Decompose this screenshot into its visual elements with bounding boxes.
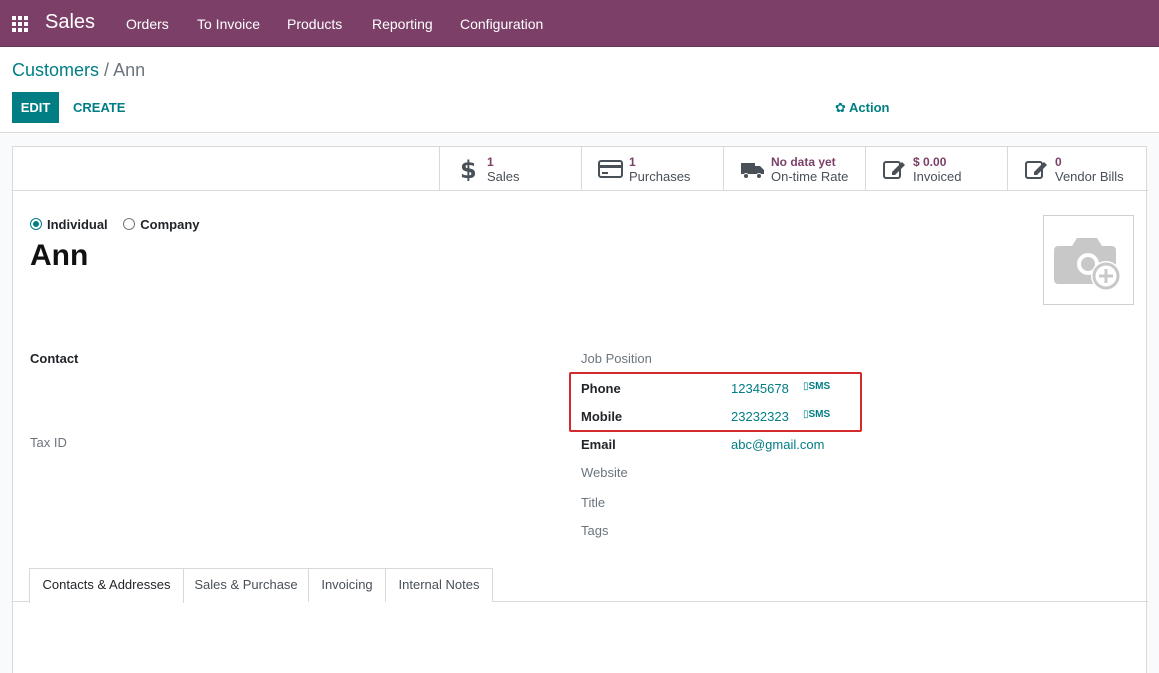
invoiced-label: Invoiced — [913, 169, 962, 184]
on-time-rate-label: On-time Rate — [771, 169, 849, 184]
smart-button-box: $ 1 Sales 1 Purchases No data yet On-tim… — [13, 147, 1148, 191]
avatar-upload[interactable] — [1043, 215, 1134, 305]
camera-plus-icon — [1054, 238, 1121, 291]
vendor-bills-count: 0 — [1055, 155, 1062, 169]
action-button[interactable]: ✿ Action — [835, 100, 890, 116]
website-label: Website — [581, 465, 628, 480]
control-panel: Customers / Ann EDIT CREATE ✿ Action — [0, 47, 1159, 133]
menu-to-invoice[interactable]: To Invoice — [197, 16, 260, 32]
menu-reporting[interactable]: Reporting — [372, 16, 433, 32]
edit-button[interactable]: EDIT — [12, 92, 59, 123]
dollar-icon: $ — [460, 157, 477, 181]
job-position-label: Job Position — [581, 351, 652, 366]
email-label: Email — [581, 437, 616, 452]
tab-invoicing[interactable]: Invoicing — [308, 568, 386, 602]
breadcrumb: Customers / Ann — [12, 60, 145, 81]
purchases-count: 1 — [629, 155, 636, 169]
smart-button-on-time-rate[interactable]: No data yet On-time Rate — [723, 147, 865, 191]
svg-text:$: $ — [460, 157, 477, 181]
menu-products[interactable]: Products — [287, 16, 342, 32]
vendor-bills-label: Vendor Bills — [1055, 169, 1124, 184]
tab-contacts-addresses[interactable]: Contacts & Addresses — [29, 568, 184, 603]
gear-icon: ✿ — [835, 100, 846, 115]
tab-sales-purchase[interactable]: Sales & Purchase — [183, 568, 309, 602]
form-sheet: $ 1 Sales 1 Purchases No data yet On-tim… — [12, 146, 1148, 673]
breadcrumb-separator: / — [104, 60, 110, 80]
company-type-radio: Individual Company — [30, 217, 212, 232]
credit-card-icon — [598, 160, 623, 178]
edit-icon — [1025, 161, 1047, 179]
top-navbar: Sales Orders To Invoice Products Reporti… — [0, 0, 1159, 47]
notebook-tabs: Contacts & Addresses Sales & Purchase In… — [13, 568, 1148, 603]
action-label: Action — [849, 100, 890, 115]
on-time-rate-value: No data yet — [771, 155, 836, 169]
menu-configuration[interactable]: Configuration — [460, 16, 543, 32]
menu-orders[interactable]: Orders — [126, 16, 169, 32]
breadcrumb-customers[interactable]: Customers — [12, 60, 99, 80]
radio-individual[interactable] — [30, 218, 42, 230]
highlight-box — [569, 372, 862, 432]
apps-menu-icon[interactable] — [12, 16, 29, 32]
tax-id-label: Tax ID — [30, 435, 67, 450]
truck-icon — [741, 163, 764, 179]
breadcrumb-current: Ann — [113, 60, 146, 80]
tags-label: Tags — [581, 523, 609, 538]
title-label: Title — [581, 495, 606, 510]
contact-label: Contact — [30, 351, 79, 366]
edit-icon — [883, 161, 905, 179]
purchases-label: Purchases — [629, 169, 691, 184]
partner-name[interactable]: Ann — [30, 239, 88, 273]
smart-button-purchases[interactable]: 1 Purchases — [581, 147, 723, 191]
smart-button-sales[interactable]: $ 1 Sales — [439, 147, 581, 191]
sales-label: Sales — [487, 169, 520, 184]
radio-company[interactable] — [123, 218, 136, 230]
tab-internal-notes[interactable]: Internal Notes — [385, 568, 493, 602]
email-value[interactable]: abc@gmail.com — [731, 437, 824, 452]
radio-company-label[interactable]: Company — [140, 217, 199, 232]
sales-count: 1 — [487, 155, 494, 169]
invoiced-amount: $ 0.00 — [913, 155, 947, 169]
create-button[interactable]: CREATE — [73, 100, 125, 115]
smart-button-invoiced[interactable]: $ 0.00 Invoiced — [865, 147, 1007, 191]
smart-button-vendor-bills[interactable]: 0 Vendor Bills — [1007, 147, 1149, 191]
radio-individual-label[interactable]: Individual — [47, 217, 108, 232]
app-name[interactable]: Sales — [45, 11, 95, 34]
